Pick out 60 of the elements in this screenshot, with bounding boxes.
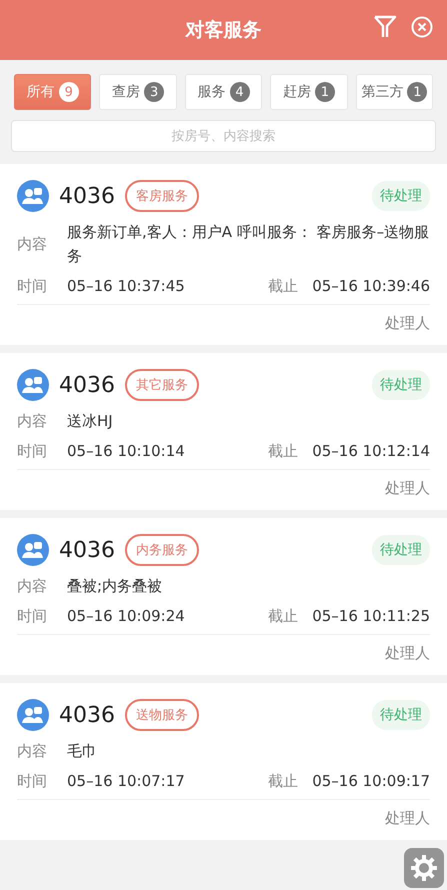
user-group-icon [17,369,49,401]
field-label: 内容 [17,741,48,762]
field-label: 截止 [268,441,298,462]
service-tag: 其它服务 [125,369,199,401]
count-badge: 1 [314,82,335,102]
user-group-icon [17,534,49,566]
filter-tab[interactable]: 所有 9 [14,74,92,110]
deadline-text: 05–16 10:11:25 [312,606,430,627]
time-text: 05–16 10:07:17 [67,771,185,792]
search-field[interactable]: 按房号、内容搜索 [11,120,436,152]
filter-tab[interactable]: 赶房 1 [270,74,348,110]
content-text: 叠被;内务叠被 [67,576,164,597]
status-badge: 待处理 [372,535,430,565]
time-text: 05–16 10:10:14 [67,441,185,462]
field-label: 截止 [268,606,298,627]
field-label: 内容 [17,576,48,597]
content-text: 毛巾 [67,741,98,762]
time-text: 05–16 10:09:24 [67,606,185,627]
deadline-text: 05–16 10:12:14 [312,441,430,462]
field-label: 时间 [17,606,48,627]
handler-link[interactable]: 处理人 [385,806,430,830]
user-group-icon [17,180,49,212]
filter-tab[interactable]: 第三方 1 [356,74,434,110]
handler-link[interactable]: 处理人 [385,311,430,335]
field-label: 截止 [268,771,298,792]
room-number: 4036 [59,372,115,398]
filter-tab[interactable]: 查房 3 [99,74,177,110]
count-badge: 9 [58,82,79,102]
time-text: 05–16 10:37:45 [67,276,185,297]
count-badge: 3 [144,82,164,102]
room-number: 4036 [59,538,115,562]
filter-icon[interactable] [373,14,397,40]
status-badge: 待处理 [372,370,430,400]
room-number: 4036 [59,184,115,208]
field-label: 内容 [17,234,48,255]
field-label: 截止 [268,276,298,297]
gear-icon [409,853,439,883]
field-label: 时间 [17,771,48,792]
content-text: 送冰HJ [67,411,114,432]
service-tag: 送物服务 [125,699,199,731]
service-tag: 内务服务 [125,534,199,566]
content-text: 服务新订单,客人：用户A 呼叫服务： 客房服务–送物服务 [67,222,430,267]
deadline-text: 05–16 10:09:17 [312,771,430,792]
filter-tab[interactable]: 服务 4 [184,74,262,110]
field-label: 时间 [17,276,48,297]
user-group-icon [17,699,49,731]
count-badge: 1 [407,82,428,102]
field-label: 内容 [17,411,48,432]
service-tag: 客房服务 [125,180,199,212]
room-number: 4036 [59,702,115,728]
status-badge: 待处理 [372,700,430,730]
status-badge: 待处理 [372,181,430,211]
page-title: 对客服务 [186,18,262,43]
close-icon[interactable] [411,16,433,38]
field-label: 时间 [17,441,48,462]
handler-link[interactable]: 处理人 [385,641,430,665]
handler-link[interactable]: 处理人 [385,476,430,500]
deadline-text: 05–16 10:39:46 [312,276,430,297]
settings-button[interactable] [404,848,444,888]
count-badge: 4 [230,82,250,102]
